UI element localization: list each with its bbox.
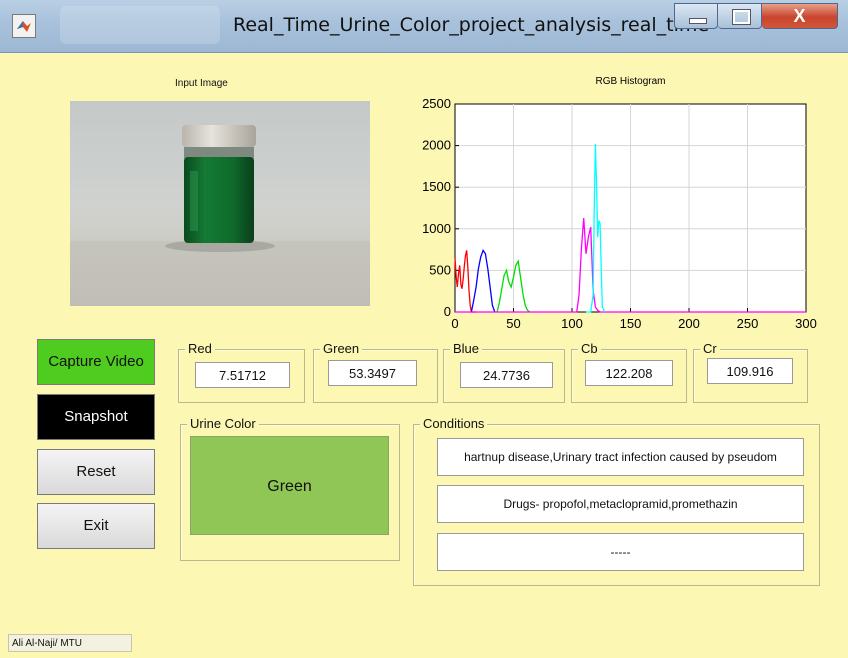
cr-label: Cr <box>700 341 720 356</box>
x-tick-label: 250 <box>737 316 759 331</box>
maximize-icon <box>732 9 751 25</box>
matlab-icon[interactable] <box>12 14 36 38</box>
cb-value: 122.208 <box>585 360 673 386</box>
x-tick-label: 0 <box>451 316 458 331</box>
x-tick-label: 300 <box>795 316 817 331</box>
blue-value: 24.7736 <box>460 362 553 388</box>
green-label: Green <box>320 341 363 356</box>
urine-color-swatch: Green <box>190 436 389 535</box>
condition-item: ----- <box>437 533 804 571</box>
cr-value: 109.916 <box>707 358 793 384</box>
cr-group: Cr 109.916 <box>693 341 808 403</box>
input-image-label: Input Image <box>175 78 228 89</box>
x-tick-label: 150 <box>620 316 642 331</box>
green-group: Green 53.3497 <box>313 341 438 403</box>
x-tick-label: 200 <box>678 316 700 331</box>
blue-group: Blue 24.7736 <box>443 341 565 403</box>
y-tick-label: 1500 <box>422 179 451 194</box>
title-bar: Real_Time_Urine_Color_project_analysis_r… <box>0 0 848 53</box>
urine-color-title: Urine Color <box>187 416 259 431</box>
window-title: Real_Time_Urine_Color_project_analysis_r… <box>233 14 710 36</box>
y-tick-label: 2000 <box>422 138 451 153</box>
red-value: 7.51712 <box>195 362 290 388</box>
chart-title: RGB Histogram <box>595 76 665 87</box>
condition-item: Drugs- propofol,metaclopramid,promethazi… <box>437 485 804 523</box>
author-label: Ali Al-Naji/ MTU <box>8 634 132 652</box>
minimize-icon <box>689 18 707 24</box>
reset-button[interactable]: Reset <box>37 449 155 495</box>
maximize-button[interactable] <box>718 3 762 29</box>
minimize-button[interactable] <box>674 3 718 29</box>
close-icon: X <box>793 6 806 26</box>
x-tick-label: 100 <box>561 316 583 331</box>
condition-item: hartnup disease,Urinary tract infection … <box>437 438 804 476</box>
input-image <box>70 101 370 306</box>
conditions-title: Conditions <box>420 416 488 431</box>
snapshot-button[interactable]: Snapshot <box>37 394 155 440</box>
red-group: Red 7.51712 <box>178 341 305 403</box>
cb-group: Cb 122.208 <box>571 341 687 403</box>
blue-label: Blue <box>450 341 483 356</box>
y-tick-label: 0 <box>444 304 451 319</box>
capture-video-button[interactable]: Capture Video <box>37 339 155 385</box>
y-tick-label: 500 <box>429 262 451 277</box>
exit-button[interactable]: Exit <box>37 503 155 549</box>
red-label: Red <box>185 341 215 356</box>
y-tick-label: 1000 <box>422 221 451 236</box>
title-bar-blur <box>60 6 220 44</box>
urine-jar-photo <box>70 125 370 306</box>
rgb-histogram-chart: RGB Histogram 0 50 100 150 200 250 300 0 500 1000… <box>422 76 817 331</box>
x-tick-label: 50 <box>506 316 520 331</box>
cb-label: Cb <box>578 341 601 356</box>
y-tick-label: 2500 <box>422 96 451 111</box>
close-button[interactable]: X <box>762 3 838 29</box>
green-value: 53.3497 <box>328 360 417 386</box>
